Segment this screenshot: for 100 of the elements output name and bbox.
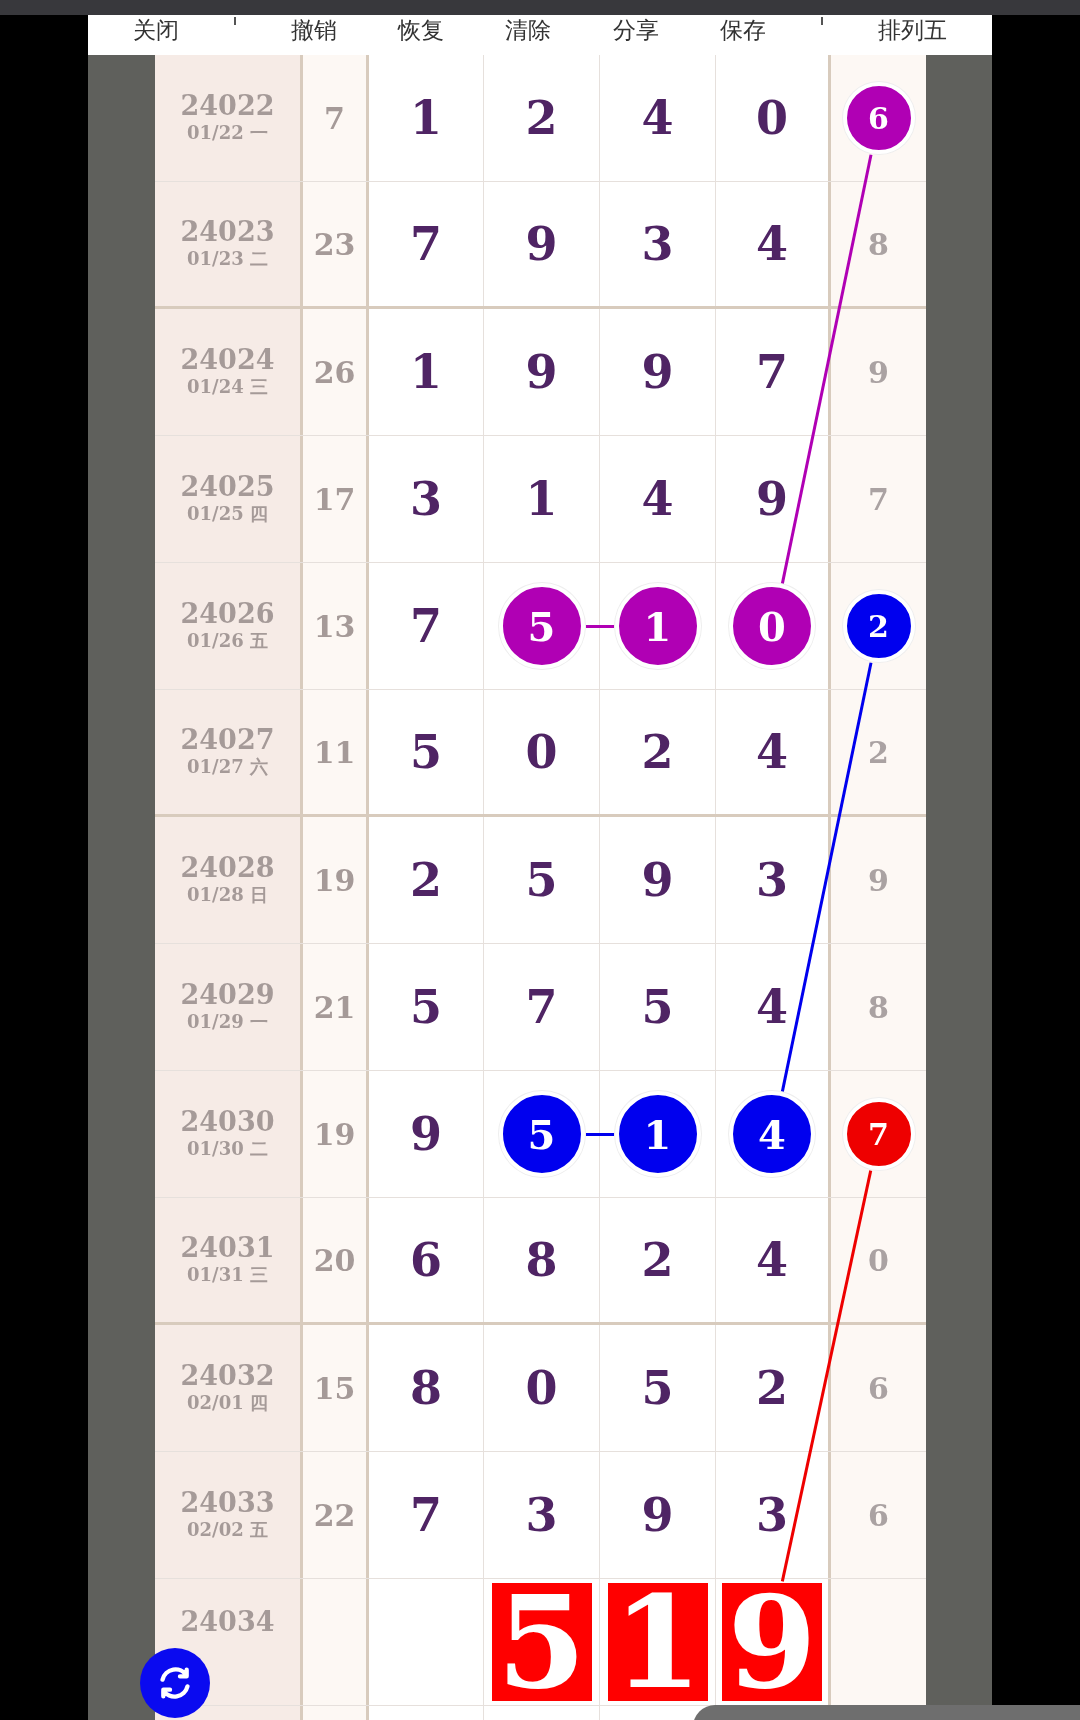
digit: 7	[756, 345, 788, 399]
digit: 5	[525, 853, 558, 907]
number-ball: 0	[729, 583, 815, 669]
toolbar-button[interactable]: 清除	[499, 17, 558, 45]
issue-number: 24029	[180, 980, 275, 1010]
issue-number: 24023	[180, 217, 275, 247]
draw-date: 01/28 日	[187, 882, 268, 907]
issue-number: 24028	[180, 853, 275, 883]
draw-date: 01/30 二	[187, 1136, 268, 1161]
sum-value: 26	[313, 354, 356, 390]
sum-value: 23	[313, 226, 356, 262]
sum-value: 13	[313, 608, 356, 644]
issue-number: 24027	[180, 725, 275, 755]
number-ball: 1	[614, 583, 701, 669]
number-ball: 1	[614, 1091, 701, 1177]
digit: 4	[756, 1233, 788, 1287]
number-ball: 5	[498, 583, 585, 669]
sum-value: 15	[313, 1370, 356, 1406]
digit: 1	[410, 345, 442, 399]
draw-date: 01/22 一	[187, 120, 268, 145]
digit: 7	[525, 980, 558, 1034]
sum-value: 11	[313, 734, 356, 770]
draw-date: 01/26 五	[187, 628, 268, 653]
digit: 9	[641, 1488, 674, 1542]
digit: 4	[756, 725, 788, 779]
sum-value: 7	[324, 100, 345, 136]
draw-date: 01/29 一	[187, 1009, 268, 1034]
sum-value: 19	[313, 862, 356, 898]
sum-value: 17	[313, 481, 356, 517]
digit: 4	[756, 980, 788, 1034]
result-digit: 5	[491, 1583, 592, 1701]
digit: 3	[410, 472, 442, 526]
digit: 8	[410, 1361, 442, 1415]
digit: 9	[756, 472, 788, 526]
draw-date: 01/23 二	[187, 246, 268, 271]
draw-date: 01/27 六	[187, 754, 268, 779]
digit: 5	[410, 980, 442, 1034]
digit: 1	[410, 91, 442, 145]
digit: 2	[641, 725, 674, 779]
digit: 2	[641, 1233, 674, 1287]
toolbar-button[interactable]: 分享	[606, 17, 665, 45]
toolbar-button[interactable]: 排列五	[872, 17, 954, 45]
issue-number: 24034	[180, 1607, 275, 1637]
digit: 5	[641, 980, 674, 1034]
digit: 9	[868, 862, 889, 898]
issue-number: 24025	[180, 472, 275, 502]
digit: 8	[868, 989, 889, 1025]
draw-date: 02/02 五	[187, 1517, 268, 1542]
digit: 4	[756, 217, 788, 271]
result-digit: 9	[722, 1583, 822, 1701]
digit: 8	[868, 226, 889, 262]
digit: 3	[756, 1488, 788, 1542]
digit: 9	[525, 345, 558, 399]
digit: 1	[525, 472, 558, 526]
digit: 2	[756, 1361, 788, 1415]
sum-value: 21	[313, 989, 356, 1025]
toolbar-button[interactable]: 关闭	[126, 17, 185, 45]
toolbar-button[interactable]: 撤销	[285, 17, 344, 45]
digit: 9	[868, 354, 889, 390]
digit: 7	[410, 1488, 442, 1542]
issue-number: 24022	[180, 91, 275, 121]
number-ball: 5	[498, 1091, 585, 1177]
issue-number: 24024	[180, 345, 275, 375]
number-ball: 7	[842, 1098, 915, 1170]
sum-value: 22	[313, 1497, 356, 1533]
number-ball: 6	[842, 82, 915, 154]
sum-value: 20	[313, 1242, 356, 1278]
result-digit: 1	[607, 1583, 708, 1701]
digit: 2	[868, 734, 889, 770]
draw-date: 02/01 四	[187, 1390, 268, 1415]
digit: 3	[525, 1488, 558, 1542]
digit: 6	[868, 1497, 889, 1533]
digit: 0	[525, 1361, 558, 1415]
issue-number: 24026	[180, 599, 275, 629]
number-ball: 4	[729, 1091, 815, 1177]
draw-date: 01/31 三	[187, 1262, 268, 1287]
issue-number: 24033	[180, 1488, 275, 1518]
digit: 9	[641, 853, 674, 907]
issue-number: 24030	[180, 1107, 275, 1137]
draw-date: 01/25 四	[187, 501, 268, 526]
toolbar-button[interactable]: 保存	[713, 17, 772, 45]
digit: 4	[641, 91, 674, 145]
digit: 5	[410, 725, 442, 779]
digit: 0	[868, 1242, 889, 1278]
sum-value: 19	[313, 1116, 356, 1152]
draw-date: 01/24 三	[187, 374, 268, 399]
digit: 0	[756, 91, 788, 145]
digit: 2	[525, 91, 558, 145]
digit: 7	[410, 599, 442, 653]
digit: 2	[410, 853, 442, 907]
digit: 5	[641, 1361, 674, 1415]
digit: 9	[525, 217, 558, 271]
digit: 9	[641, 345, 674, 399]
toolbar-button[interactable]: 恢复	[392, 17, 451, 45]
digit: 6	[868, 1370, 889, 1406]
digit: 3	[756, 853, 788, 907]
digit: 9	[410, 1107, 442, 1161]
digit: 7	[868, 481, 889, 517]
number-ball: 2	[842, 590, 915, 662]
digit: 4	[641, 472, 674, 526]
